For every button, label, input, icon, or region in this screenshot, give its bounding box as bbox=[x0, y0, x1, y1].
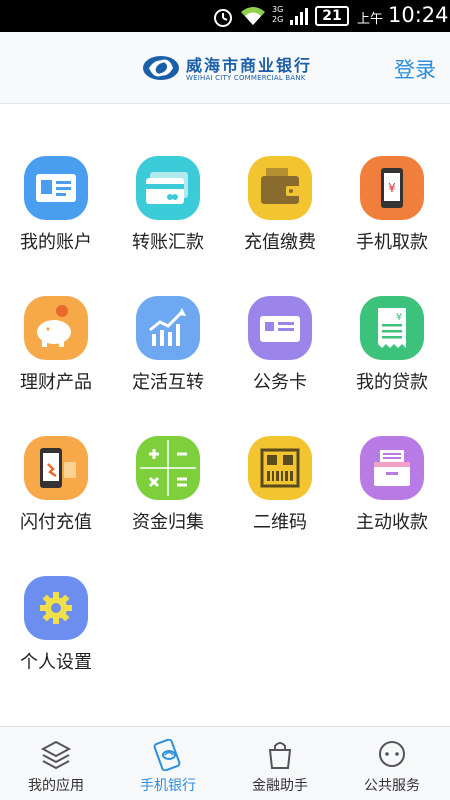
id-card-icon bbox=[24, 156, 88, 220]
app-header: 威海市商业银行 WEIHAI CITY COMMERCIAL BANK 登录 bbox=[0, 32, 450, 104]
tile-transfer[interactable]: 转账汇款 bbox=[112, 104, 224, 253]
tile-fund-pooling[interactable]: 资金归集 bbox=[112, 384, 224, 533]
bank-name-en: WEIHAI CITY COMMERCIAL BANK bbox=[186, 74, 306, 82]
alarm-icon bbox=[214, 9, 232, 27]
shopping-bag-icon bbox=[268, 742, 292, 769]
tile-wealth-products[interactable]: 理财产品 bbox=[0, 244, 112, 393]
mobile-bank-icon bbox=[153, 739, 181, 771]
tile-quickpass-recharge[interactable]: 闪付充值 bbox=[0, 384, 112, 533]
inbox-tray-icon bbox=[360, 436, 424, 500]
gear-icon bbox=[24, 576, 88, 640]
am-pm-label: 上午 bbox=[357, 12, 384, 27]
bank-name-cn: 威海市商业银行 bbox=[186, 56, 313, 75]
tile-label: 二维码 bbox=[253, 512, 307, 533]
svg-text:¥: ¥ bbox=[388, 181, 396, 195]
trend-chart-icon bbox=[136, 296, 200, 360]
signal-icon bbox=[290, 8, 308, 25]
tile-label: 主动收款 bbox=[356, 512, 428, 533]
bank-logo-icon bbox=[143, 56, 179, 80]
battery-indicator: 21 bbox=[315, 6, 349, 26]
nav-label: 金融助手 bbox=[252, 778, 308, 794]
tile-business-card[interactable]: 公务卡 bbox=[224, 244, 336, 393]
piggy-bank-icon bbox=[24, 296, 88, 360]
tile-my-loans[interactable]: ¥ 我的贷款 bbox=[336, 244, 448, 393]
clock: 10:24 bbox=[388, 3, 449, 27]
tile-recharge-pay[interactable]: 充值缴费 bbox=[224, 104, 336, 253]
tile-personal-settings[interactable]: 个人设置 bbox=[0, 524, 112, 673]
tile-fixed-current-transfer[interactable]: 定活互转 bbox=[112, 244, 224, 393]
login-button[interactable]: 登录 bbox=[394, 54, 436, 84]
chat-bubble-icon bbox=[379, 741, 405, 767]
nav-label: 公共服务 bbox=[364, 778, 420, 794]
tile-active-collection[interactable]: 主动收款 bbox=[336, 384, 448, 533]
nav-my-apps[interactable]: 我的应用 bbox=[0, 727, 112, 800]
card-icon bbox=[248, 296, 312, 360]
nav-label: 手机银行 bbox=[140, 778, 196, 794]
bottom-navigation: 我的应用 手机银行 金融助手 公共服务 bbox=[0, 726, 450, 800]
wallet-icon bbox=[248, 156, 312, 220]
nav-finance-assistant[interactable]: 金融助手 bbox=[224, 727, 336, 800]
tile-label: 个人设置 bbox=[20, 652, 92, 673]
tile-mobile-withdraw[interactable]: ¥ 手机取款 bbox=[336, 104, 448, 253]
status-bar: 3G 2G 21 上午 10:24 bbox=[0, 0, 450, 32]
tile-my-account[interactable]: 我的账户 bbox=[0, 104, 112, 253]
tile-qr-code[interactable]: 二维码 bbox=[224, 384, 336, 533]
feature-grid: 我的账户 转账汇款 充值缴费 ¥ 手机取款 理财产品 定活互转 公务卡 ¥ 我的… bbox=[0, 104, 450, 726]
phone-pay-icon bbox=[24, 436, 88, 500]
nav-label: 我的应用 bbox=[28, 778, 84, 794]
bank-logo: 威海市商业银行 WEIHAI CITY COMMERCIAL BANK bbox=[142, 52, 322, 88]
receipt-icon: ¥ bbox=[360, 296, 424, 360]
layers-icon bbox=[40, 740, 72, 770]
phone-yuan-icon: ¥ bbox=[360, 156, 424, 220]
tile-label: 资金归集 bbox=[132, 512, 204, 533]
nav-mobile-bank[interactable]: 手机银行 bbox=[112, 727, 224, 800]
calculator-icon bbox=[136, 436, 200, 500]
svg-text:¥: ¥ bbox=[396, 312, 402, 323]
qr-code-icon bbox=[248, 436, 312, 500]
app-screen: 3G 2G 21 上午 10:24 威海市商业银行 WEIHAI CITY COM… bbox=[0, 0, 450, 800]
bank-card-icon bbox=[136, 156, 200, 220]
wifi-icon bbox=[241, 7, 265, 25]
nav-public-services[interactable]: 公共服务 bbox=[336, 727, 448, 800]
network-type: 3G 2G bbox=[272, 5, 284, 24]
